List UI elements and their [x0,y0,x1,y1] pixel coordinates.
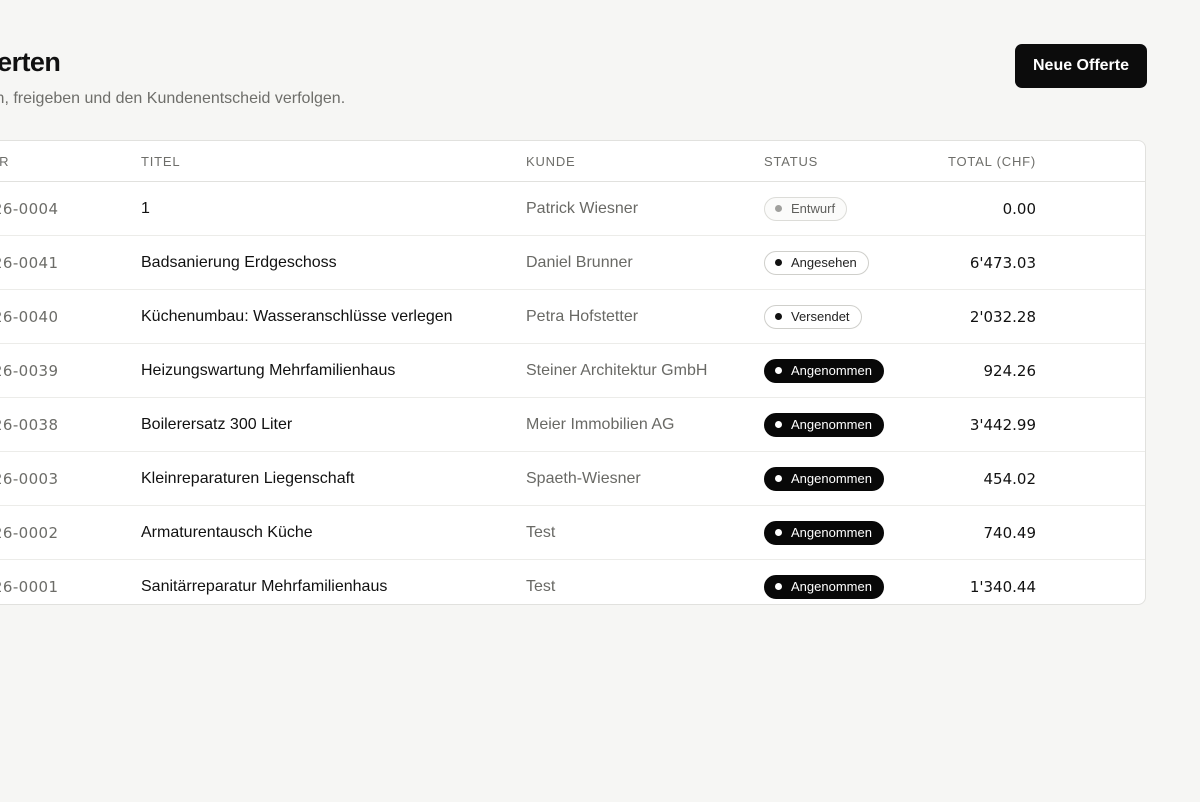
customer-name: Daniel Brunner [526,253,633,271]
customer-name: Meier Immobilien AG [526,415,675,433]
table-row[interactable]: OF-2026-0041 Badsanierung Erdgeschoss Da… [0,236,1145,290]
status-label: Angesehen [791,254,857,270]
offer-number: OF-2026-0039 [0,361,59,380]
offer-number: OF-2026-0040 [0,307,59,326]
status-dot-icon [775,583,782,590]
offer-number: OF-2026-0001 [0,577,59,596]
status-dot-icon [775,529,782,536]
status-cell: Angenommen [764,506,914,559]
offer-total: 2'032.28 [969,307,1036,326]
column-header-title[interactable]: TITEL [141,141,501,181]
offer-total: 0.00 [1002,199,1036,218]
offer-title: Badsanierung Erdgeschoss [141,253,337,271]
status-cell: Angenommen [764,452,914,505]
status-label: Angenommen [791,524,872,540]
offer-number: OF-2026-0003 [0,469,59,488]
offer-number: OF-2026-0002 [0,523,59,542]
new-offer-button[interactable]: Neue Offerte [1015,44,1147,88]
status-badge: Angenommen [764,358,884,383]
table-row[interactable]: OF-2026-0004 1 Patrick Wiesner Entwurf 0… [0,182,1145,236]
customer-name: Patrick Wiesner [526,199,639,217]
customer-name: Petra Hofstetter [526,307,639,325]
table-row[interactable]: OF-2026-0038 Boilerersatz 300 Liter Meie… [0,398,1145,452]
offer-total: 1'340.44 [969,577,1036,596]
table-row[interactable]: OF-2026-0001 Sanitärreparatur Mehrfamili… [0,560,1145,604]
offer-number: OF-2026-0041 [0,253,59,272]
status-cell: Angenommen [764,560,914,604]
column-header-status[interactable]: STATUS [764,141,914,181]
status-dot-icon [775,421,782,428]
status-dot-icon [775,313,782,320]
offer-title: 1 [141,199,150,217]
table-row[interactable]: OF-2026-0003 Kleinreparaturen Liegenscha… [0,452,1145,506]
customer-name: Spaeth-Wiesner [526,469,641,487]
status-label: Angenommen [791,470,872,486]
offer-total: 6'473.03 [969,253,1036,272]
status-dot-icon [775,205,782,212]
status-badge: Angenommen [764,574,884,599]
status-label: Angenommen [791,578,872,594]
status-badge: Entwurf [764,196,848,221]
status-cell: Versendet [764,290,914,343]
status-badge: Angenommen [764,412,884,437]
table-header: NUMMER TITEL KUNDE STATUS TOTAL (CHF) [0,141,1145,182]
offers-table: NUMMER TITEL KUNDE STATUS TOTAL (CHF) OF… [0,140,1146,605]
status-label: Entwurf [791,200,836,216]
status-label: Versendet [791,308,850,324]
offer-title: Kleinreparaturen Liegenschaft [141,469,355,487]
status-badge: Angesehen [764,250,869,275]
status-dot-icon [775,367,782,374]
status-label: Angenommen [791,362,872,378]
page-title: Offerten [0,47,61,77]
table-row[interactable]: OF-2026-0039 Heizungswartung Mehrfamilie… [0,344,1145,398]
offer-title: Boilerersatz 300 Liter [141,415,293,433]
offer-total: 924.26 [983,361,1037,380]
offer-number: OF-2026-0004 [0,199,59,218]
status-badge: Angenommen [764,520,884,545]
status-cell: Angenommen [764,398,914,451]
status-badge: Versendet [764,304,862,329]
offer-title: Küchenumbau: Wasseranschlüsse verlegen [141,307,453,325]
status-cell: Angenommen [764,344,914,397]
customer-name: Steiner Architektur GmbH [526,361,708,379]
column-header-customer[interactable]: KUNDE [526,141,746,181]
table-row[interactable]: OF-2026-0002 Armaturentausch Küche Test … [0,506,1145,560]
offers-page: Offerten Offerten erstellen, freigeben u… [0,0,1200,802]
status-badge: Angenommen [764,466,884,491]
offer-title: Heizungswartung Mehrfamilienhaus [141,361,396,379]
status-dot-icon [775,475,782,482]
offer-number: OF-2026-0038 [0,415,59,434]
column-header-total[interactable]: TOTAL (CHF) [916,141,1036,181]
offer-total: 3'442.99 [969,415,1036,434]
status-cell: Angesehen [764,236,914,289]
status-label: Angenommen [791,416,872,432]
page-subtitle: Offerten erstellen, freigeben und den Ku… [0,90,346,107]
offer-total: 454.02 [983,469,1037,488]
column-header-number[interactable]: NUMMER [0,141,76,181]
offer-title: Sanitärreparatur Mehrfamilienhaus [141,577,388,595]
customer-name: Test [526,523,556,541]
status-cell: Entwurf [764,182,914,235]
table-row[interactable]: OF-2026-0040 Küchenumbau: Wasseranschlüs… [0,290,1145,344]
status-dot-icon [775,259,782,266]
customer-name: Test [526,577,556,595]
offer-title: Armaturentausch Küche [141,523,313,541]
offer-total: 740.49 [983,523,1037,542]
